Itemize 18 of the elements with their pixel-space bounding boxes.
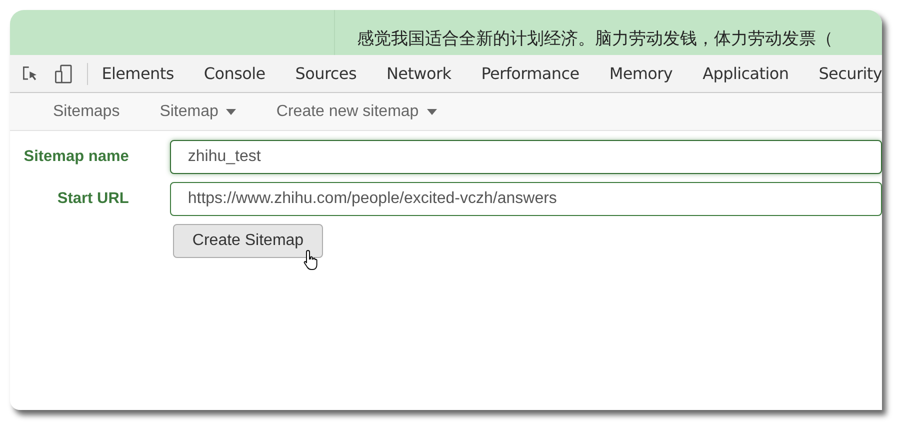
devtools-tab[interactable]: Console xyxy=(204,62,266,86)
devtools-tab[interactable]: Elements xyxy=(102,62,174,86)
nav-dropdown[interactable]: Sitemap xyxy=(160,100,236,124)
devtools-tab[interactable]: Application xyxy=(702,62,789,86)
field-label: Sitemap name xyxy=(22,147,129,168)
text-field[interactable]: zhihu_test xyxy=(170,140,882,174)
device-icon[interactable] xyxy=(54,62,73,84)
nav-link[interactable]: Sitemaps xyxy=(53,100,120,124)
devtools-tab[interactable]: Sources xyxy=(295,62,356,86)
devtools-tab[interactable]: Network xyxy=(386,62,452,86)
text-field[interactable]: https://www.zhihu.com/people/excited-vczh/answers xyxy=(170,182,882,216)
devtools-tab[interactable]: Memory xyxy=(609,62,673,86)
nav-dropdown[interactable]: Create new sitemap xyxy=(276,100,437,124)
devtools-tab[interactable]: Security xyxy=(818,62,882,86)
create-sitemap-button[interactable]: Create Sitemap xyxy=(173,224,323,258)
page-text: 感觉我国适合全新的计划经济。脑力劳动发钱，体力劳动发票（ xyxy=(357,28,833,50)
field-label: Start URL xyxy=(56,189,129,210)
devtools-tab[interactable]: Performance xyxy=(481,62,580,86)
